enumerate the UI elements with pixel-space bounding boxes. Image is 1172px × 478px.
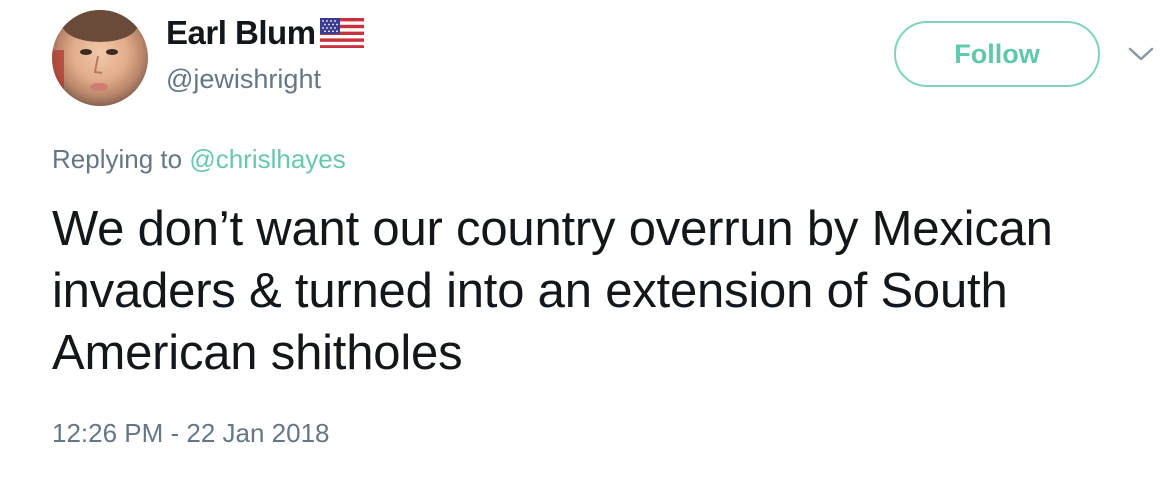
- replying-to-label: Replying to: [52, 144, 183, 174]
- name-row: Earl Blum: [166, 14, 364, 52]
- tweet-text: We don’t want our country overrun by Mex…: [52, 202, 1053, 380]
- display-name[interactable]: Earl Blum: [166, 14, 316, 52]
- us-flag-icon: [319, 18, 364, 48]
- reply-mention-link[interactable]: @chrislhayes: [189, 144, 345, 174]
- avatar[interactable]: [52, 10, 148, 106]
- chevron-down-icon[interactable]: [1126, 44, 1156, 64]
- replying-to: Replying to @chrislhayes: [52, 144, 346, 175]
- user-handle[interactable]: @jewishright: [166, 64, 321, 95]
- follow-button[interactable]: Follow: [894, 21, 1100, 87]
- tweet-timestamp[interactable]: 12:26 PM - 22 Jan 2018: [52, 418, 330, 449]
- avatar-face-image: [52, 10, 138, 106]
